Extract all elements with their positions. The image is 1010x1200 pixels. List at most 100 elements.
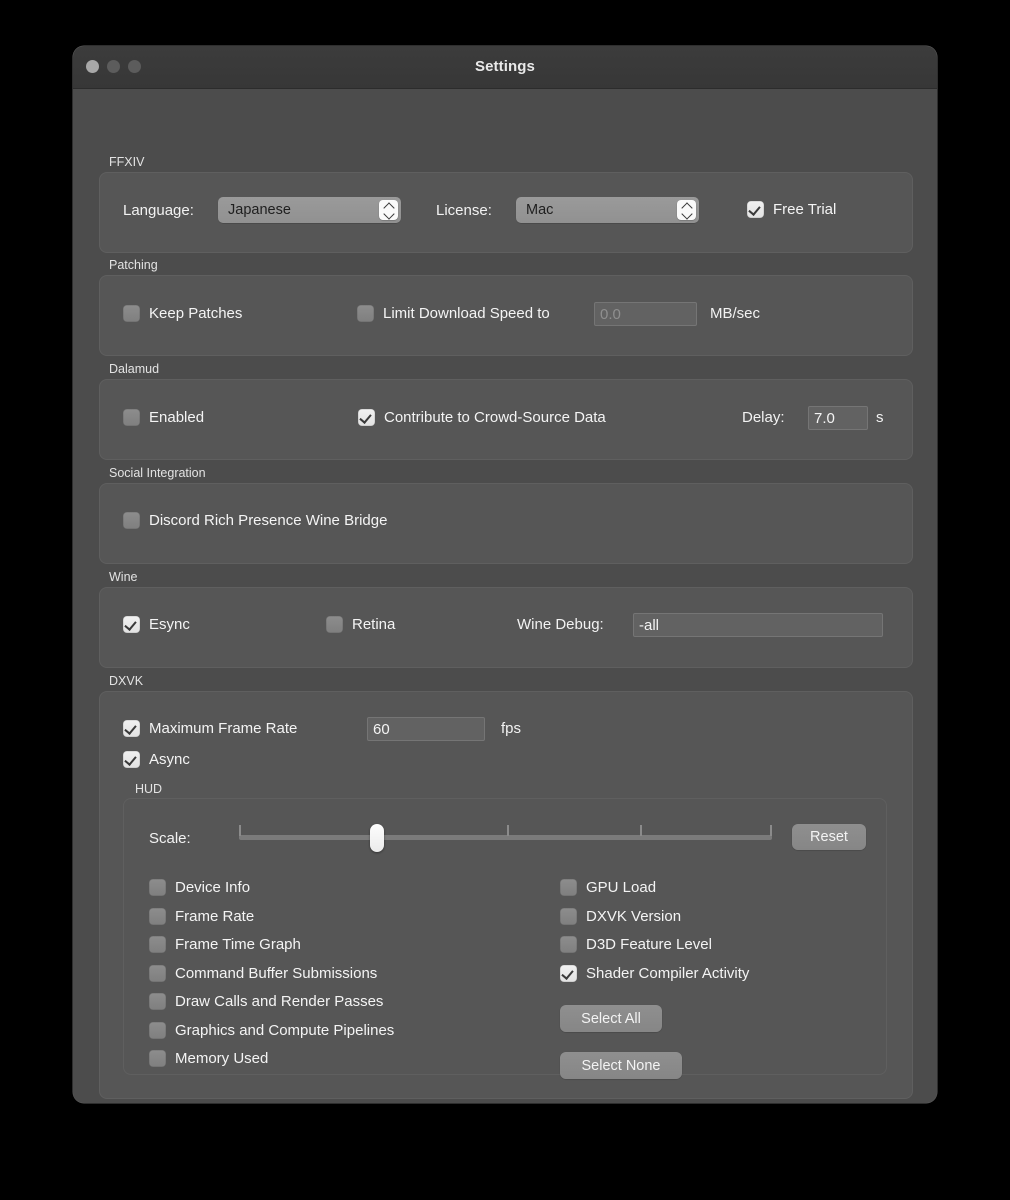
checkbox-dalamud-enabled-label: Enabled <box>149 409 205 426</box>
group-label-dxvk: DXVK <box>109 674 144 688</box>
checkbox-icon <box>123 409 140 426</box>
checkbox-discord-rich-presence-label: Discord Rich Presence Wine Bridge <box>149 512 388 529</box>
download-speed-unit-label: MB/sec <box>710 305 761 322</box>
license-dropdown[interactable]: Mac <box>516 197 699 223</box>
settings-window: Settings FFXIV Language: Japanese Licens… <box>73 46 937 1103</box>
checkbox-device-info-label: Device Info <box>175 879 251 896</box>
max-frame-rate-input[interactable] <box>367 717 485 741</box>
checkbox-memory-used-label: Memory Used <box>175 1050 269 1067</box>
select-none-button[interactable]: Select None <box>560 1052 682 1079</box>
checkbox-device-info[interactable]: Device Info <box>149 879 250 896</box>
checkbox-icon <box>149 965 166 982</box>
checkbox-frame-time-graph-label: Frame Time Graph <box>175 936 301 953</box>
checkbox-icon <box>560 965 577 982</box>
checkbox-graphics-and-compute-pipelines[interactable]: Graphics and Compute Pipelines <box>149 1022 394 1039</box>
reset-button[interactable]: Reset <box>792 824 866 850</box>
group-label-wine: Wine <box>109 570 138 584</box>
checkbox-retina-label: Retina <box>352 616 396 633</box>
group-label-patching: Patching <box>109 258 158 272</box>
checkbox-graphics-and-compute-pipelines-label: Graphics and Compute Pipelines <box>175 1022 395 1039</box>
checkbox-gpu-load[interactable]: GPU Load <box>560 879 656 896</box>
checkbox-free-trial[interactable]: Free Trial <box>747 201 836 218</box>
group-label-ffxiv: FFXIV <box>109 155 145 169</box>
checkbox-icon <box>123 616 140 633</box>
checkbox-icon <box>560 879 577 896</box>
checkbox-shader-compiler-activity[interactable]: Shader Compiler Activity <box>560 965 749 982</box>
checkbox-esync-label: Esync <box>149 616 190 633</box>
wine-debug-input[interactable] <box>633 613 883 637</box>
checkbox-icon <box>123 751 140 768</box>
scale-slider-track[interactable] <box>239 835 772 840</box>
group-label-hud: HUD <box>135 782 163 796</box>
license-dropdown-value: Mac <box>526 202 554 218</box>
select-all-button[interactable]: Select All <box>560 1005 662 1032</box>
checkbox-icon <box>747 201 764 218</box>
group-label-dalamud: Dalamud <box>109 362 160 376</box>
checkbox-draw-calls-and-render-passes-label: Draw Calls and Render Passes <box>175 993 384 1010</box>
scale-slider-thumb[interactable] <box>370 824 384 852</box>
checkbox-contribute-crowd-source[interactable]: Contribute to Crowd-Source Data <box>358 409 606 426</box>
checkbox-draw-calls-and-render-passes[interactable]: Draw Calls and Render Passes <box>149 993 383 1010</box>
checkbox-icon <box>560 936 577 953</box>
checkbox-retina[interactable]: Retina <box>326 616 395 633</box>
scale-slider-tick <box>507 825 509 836</box>
checkbox-limit-download-speed[interactable]: Limit Download Speed to <box>357 305 550 322</box>
checkbox-esync[interactable]: Esync <box>123 616 190 633</box>
fps-unit-label: fps <box>501 720 522 737</box>
checkbox-dalamud-enabled[interactable]: Enabled <box>123 409 204 426</box>
window-title: Settings <box>475 58 535 75</box>
checkbox-maximum-frame-rate-label: Maximum Frame Rate <box>149 720 298 737</box>
checkbox-dxvk-version[interactable]: DXVK Version <box>560 908 681 925</box>
checkbox-command-buffer-submissions-label: Command Buffer Submissions <box>175 965 378 982</box>
checkbox-keep-patches-label: Keep Patches <box>149 305 243 322</box>
checkbox-memory-used[interactable]: Memory Used <box>149 1050 268 1067</box>
scale-slider-tick <box>770 825 772 836</box>
delay-label: Delay: <box>742 409 785 426</box>
wine-debug-label: Wine Debug: <box>517 616 604 633</box>
checkbox-icon <box>123 512 140 529</box>
checkbox-icon <box>560 908 577 925</box>
checkbox-icon <box>123 305 140 322</box>
checkbox-async[interactable]: Async <box>123 751 190 768</box>
checkbox-command-buffer-submissions[interactable]: Command Buffer Submissions <box>149 965 377 982</box>
scale-label: Scale: <box>149 830 191 847</box>
checkbox-icon <box>149 1050 166 1067</box>
language-dropdown[interactable]: Japanese <box>218 197 401 223</box>
checkbox-icon <box>149 993 166 1010</box>
download-speed-input[interactable] <box>594 302 697 326</box>
window-titlebar[interactable]: Settings <box>73 46 937 89</box>
checkbox-icon <box>326 616 343 633</box>
scale-slider-tick <box>239 825 241 836</box>
checkbox-icon <box>149 1022 166 1039</box>
checkbox-keep-patches[interactable]: Keep Patches <box>123 305 242 322</box>
checkbox-icon <box>358 409 375 426</box>
language-dropdown-value: Japanese <box>228 202 291 218</box>
delay-unit-label: s <box>876 409 884 426</box>
checkbox-limit-download-speed-label: Limit Download Speed to <box>383 305 550 322</box>
delay-input[interactable] <box>808 406 868 430</box>
checkbox-dxvk-version-label: DXVK Version <box>586 908 682 925</box>
checkbox-icon <box>149 908 166 925</box>
checkbox-async-label: Async <box>149 751 190 768</box>
checkbox-contribute-crowd-source-label: Contribute to Crowd-Source Data <box>384 409 606 426</box>
settings-content: FFXIV Language: Japanese License: Mac Fr… <box>73 89 937 1103</box>
checkbox-frame-rate[interactable]: Frame Rate <box>149 908 254 925</box>
checkbox-d3d-feature-level[interactable]: D3D Feature Level <box>560 936 712 953</box>
group-label-social-integration: Social Integration <box>109 466 206 480</box>
checkbox-maximum-frame-rate[interactable]: Maximum Frame Rate <box>123 720 297 737</box>
scale-slider-tick <box>640 825 642 836</box>
checkbox-frame-rate-label: Frame Rate <box>175 908 255 925</box>
checkbox-icon <box>123 720 140 737</box>
checkbox-discord-rich-presence[interactable]: Discord Rich Presence Wine Bridge <box>123 512 387 529</box>
checkbox-gpu-load-label: GPU Load <box>586 879 657 896</box>
chevron-updown-icon[interactable] <box>379 200 398 220</box>
checkbox-d3d-feature-level-label: D3D Feature Level <box>586 936 712 953</box>
checkbox-icon <box>149 879 166 896</box>
scale-slider[interactable] <box>239 822 772 852</box>
checkbox-icon <box>357 305 374 322</box>
checkbox-shader-compiler-activity-label: Shader Compiler Activity <box>586 965 750 982</box>
checkbox-icon <box>149 936 166 953</box>
checkbox-frame-time-graph[interactable]: Frame Time Graph <box>149 936 301 953</box>
language-label: Language: <box>123 202 194 219</box>
chevron-updown-icon[interactable] <box>677 200 696 220</box>
